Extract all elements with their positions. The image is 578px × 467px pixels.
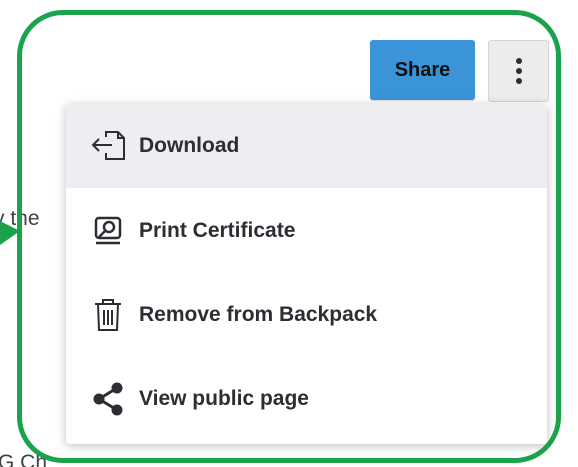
page: v the G Ch Share Download bbox=[0, 0, 578, 467]
trash-icon bbox=[90, 297, 126, 333]
options-menu: Download Print Certificate Remove from B… bbox=[66, 104, 547, 444]
more-options-button[interactable] bbox=[488, 40, 549, 102]
pointer-arrow-icon bbox=[0, 221, 20, 245]
background-text-bottom: G Ch bbox=[0, 451, 48, 467]
share-icon bbox=[90, 381, 126, 417]
download-icon bbox=[90, 128, 126, 164]
menu-item-remove-from-backpack[interactable]: Remove from Backpack bbox=[66, 273, 547, 357]
menu-item-label: Download bbox=[139, 134, 240, 157]
menu-item-label: Print Certificate bbox=[139, 219, 296, 242]
menu-item-download[interactable]: Download bbox=[66, 104, 547, 188]
menu-item-view-public-page[interactable]: View public page bbox=[66, 357, 547, 441]
vertical-ellipsis-icon bbox=[515, 58, 522, 84]
menu-item-label: View public page bbox=[139, 387, 309, 410]
share-button[interactable]: Share bbox=[370, 40, 475, 100]
menu-item-print-certificate[interactable]: Print Certificate bbox=[66, 189, 547, 273]
menu-item-label: Remove from Backpack bbox=[139, 303, 378, 326]
print-certificate-icon bbox=[90, 213, 126, 249]
